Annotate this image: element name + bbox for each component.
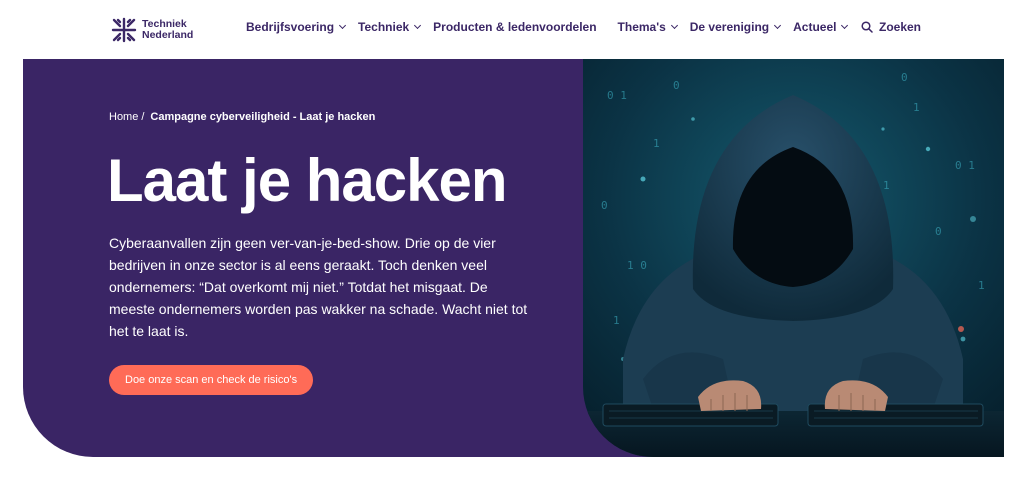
svg-text:0: 0 bbox=[901, 71, 908, 84]
nav-item-bedrijfsvoering[interactable]: Bedrijfsvoering bbox=[246, 20, 347, 34]
search-label: Zoeken bbox=[879, 20, 922, 34]
svg-text:0: 0 bbox=[935, 225, 942, 238]
nav-item-label: De vereniging bbox=[689, 20, 770, 34]
nav-item-vereniging[interactable]: De vereniging bbox=[689, 20, 782, 34]
breadcrumb-home[interactable]: Home bbox=[109, 111, 138, 123]
hero-intro-text: Cyberaanvallen zijn geen ver-van-je-bed-… bbox=[109, 235, 528, 339]
svg-text:1: 1 bbox=[883, 179, 890, 192]
hooded-hacker-image: 0 1 1 0 1 0 0 1 1 0 1 0 1 0 1 bbox=[583, 59, 1004, 457]
nav-item-themas[interactable]: Thema's bbox=[617, 20, 678, 34]
svg-text:1 0: 1 0 bbox=[627, 259, 647, 272]
chevron-down-icon bbox=[338, 21, 347, 30]
techniek-nederland-logo[interactable]: Techniek Nederland bbox=[110, 15, 193, 45]
breadcrumb-separator: / bbox=[141, 111, 145, 123]
search-icon bbox=[861, 21, 873, 33]
svg-text:1: 1 bbox=[913, 101, 920, 114]
nav-item-actueel[interactable]: Actueel bbox=[793, 20, 849, 34]
scan-cta-button[interactable]: Doe onze scan en check de risico's bbox=[109, 365, 314, 395]
nav-item-label: Techniek bbox=[358, 20, 410, 34]
svg-text:1: 1 bbox=[978, 279, 985, 292]
nav-item-techniek[interactable]: Techniek bbox=[358, 20, 422, 34]
svg-text:0 1: 0 1 bbox=[955, 159, 975, 172]
chevron-down-icon bbox=[774, 21, 782, 30]
chevron-down-icon bbox=[841, 21, 849, 30]
logo-line-2: Nederland bbox=[142, 29, 194, 41]
chevron-down-icon bbox=[414, 21, 422, 30]
nav-item-label: Producten & ledenvoordelen bbox=[433, 20, 597, 34]
search-button[interactable]: Zoeken bbox=[861, 20, 921, 34]
chevron-down-icon bbox=[670, 21, 678, 30]
svg-text:0: 0 bbox=[601, 199, 608, 212]
nav-item-label: Actueel bbox=[793, 20, 837, 34]
breadcrumb-current: Campagne cyberveiligheid - Laat je hacke… bbox=[150, 111, 376, 123]
nav-item-producten[interactable]: Producten & ledenvoordelen bbox=[433, 20, 596, 34]
svg-text:0 1: 0 1 bbox=[607, 89, 627, 102]
page-title: Laat je hacken bbox=[107, 147, 508, 214]
svg-text:1: 1 bbox=[613, 314, 620, 327]
svg-text:0: 0 bbox=[673, 79, 680, 92]
nav-item-label: Bedrijfsvoering bbox=[246, 20, 335, 34]
logo-text: Techniek Nederland bbox=[142, 19, 193, 41]
site-header: Techniek Nederland Bedrijfsvoering Techn… bbox=[0, 0, 1024, 58]
hacker-illustration: 0 1 1 0 1 0 0 1 1 0 1 0 1 0 1 bbox=[583, 59, 1004, 457]
hero-section: Home / Campagne cyberveiligheid - Laat j… bbox=[23, 59, 1004, 457]
logo-mark-icon bbox=[111, 17, 137, 43]
main-nav: Bedrijfsvoering Techniek Producten & led… bbox=[246, 20, 860, 34]
breadcrumb: Home / Campagne cyberveiligheid - Laat j… bbox=[109, 111, 375, 123]
svg-text:1: 1 bbox=[653, 137, 660, 150]
nav-item-label: Thema's bbox=[617, 20, 666, 34]
